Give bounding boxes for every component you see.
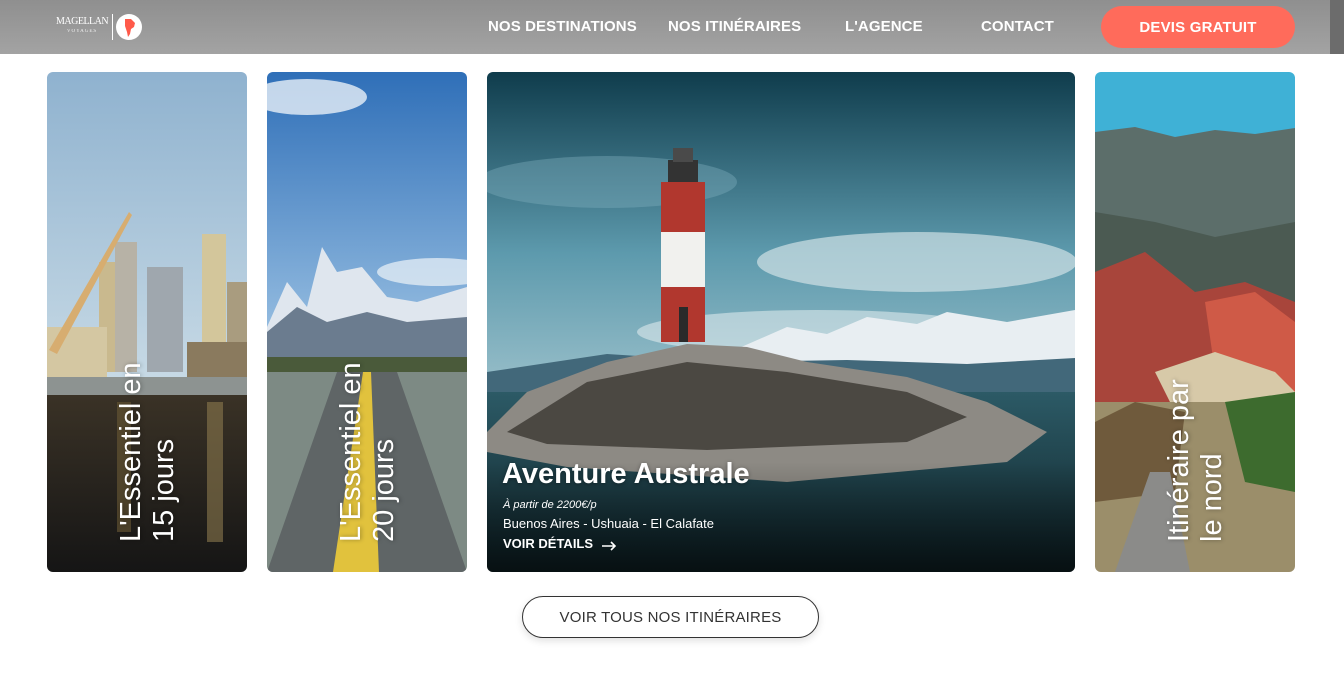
devis-gratuit-button[interactable]: DEVIS GRATUIT	[1101, 6, 1295, 48]
featured-card-route: Buenos Aires - Ushuaia - El Calafate	[503, 516, 714, 531]
window-edge	[1330, 0, 1344, 54]
logo-wordmark: MAGELLAN VOYAGES	[56, 16, 109, 37]
itinerary-card-15-jours[interactable]: L'Essentiel en 15 jours	[47, 72, 247, 572]
itinerary-card-nord[interactable]: Itinéraire par le nord	[1095, 72, 1295, 572]
card-4-label: Itinéraire par le nord	[1163, 379, 1229, 542]
card-1-label-line2: 15 jours	[148, 438, 180, 542]
site-logo[interactable]: MAGELLAN VOYAGES	[56, 12, 143, 42]
nav-destinations[interactable]: NOS DESTINATIONS	[488, 18, 637, 35]
nav-agence[interactable]: L'AGENCE	[845, 18, 923, 35]
card-2-label: L'Essentiel en 20 jours	[335, 362, 401, 542]
voir-tous-itineraires-button[interactable]: VOIR TOUS NOS ITINÉRAIRES	[522, 596, 819, 638]
nav-contact[interactable]: CONTACT	[981, 18, 1054, 35]
featured-itinerary-card[interactable]: Aventure Australe À partir de 2200€/p Bu…	[487, 72, 1075, 572]
card-2-label-line1: L'Essentiel en	[335, 362, 367, 542]
logo-text: MAGELLAN	[56, 16, 109, 27]
itinerary-card-20-jours[interactable]: L'Essentiel en 20 jours	[267, 72, 467, 572]
featured-card-title: Aventure Australe	[502, 458, 750, 490]
south-america-map-icon	[116, 14, 143, 40]
lighthouse-image	[487, 72, 1075, 572]
logo-subtext: VOYAGES	[66, 29, 98, 34]
card-1-label-line1: L'Essentiel en	[115, 362, 147, 542]
site-header: MAGELLAN VOYAGES NOS DESTINATIONS NOS IT…	[0, 0, 1344, 54]
voir-details-link[interactable]: VOIR DÉTAILS	[503, 536, 617, 551]
featured-card-price: À partir de 2200€/p	[503, 499, 597, 511]
card-4-label-line1: Itinéraire par	[1163, 379, 1195, 542]
card-1-label: L'Essentiel en 15 jours	[115, 362, 181, 542]
logo-divider	[112, 14, 114, 40]
arrow-right-icon	[601, 539, 617, 551]
voir-details-label: VOIR DÉTAILS	[503, 536, 594, 551]
card-2-label-line2: 20 jours	[368, 438, 400, 542]
nav-itineraires[interactable]: NOS ITINÉRAIRES	[668, 18, 801, 35]
card-4-label-line2: le nord	[1196, 453, 1228, 542]
